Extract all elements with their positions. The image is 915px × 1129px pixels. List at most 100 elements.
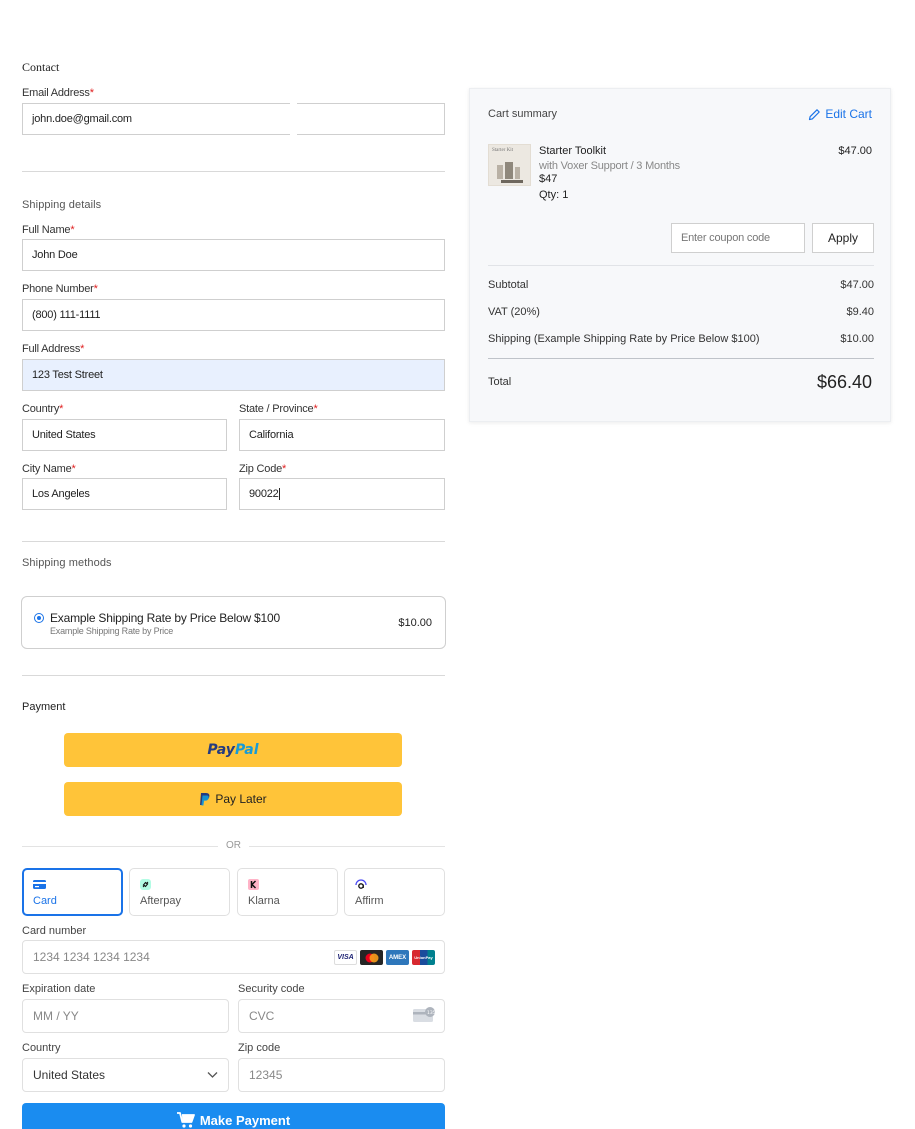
city-label: City Name* — [22, 463, 76, 475]
cart-divider — [488, 265, 874, 266]
make-payment-label: Make Payment — [199, 1112, 291, 1128]
visa-icon: VISA — [334, 950, 357, 965]
tab-afterpay-label: Afterpay — [140, 895, 181, 907]
paypal-logo: PayPal — [207, 742, 259, 758]
tab-klarna[interactable]: Klarna — [237, 868, 338, 916]
total-label: Total — [488, 376, 512, 388]
payment-zip-input[interactable]: 12345 — [238, 1058, 445, 1092]
thumb-item — [515, 167, 520, 179]
vat-row: VAT (20%) $9.40 — [488, 306, 874, 318]
shipping-value: $10.00 — [840, 333, 874, 345]
amex-icon: AMEX — [386, 950, 409, 965]
card-icon — [33, 880, 46, 889]
thumb-item — [501, 180, 523, 183]
country-field[interactable]: United States — [22, 419, 227, 451]
product-quantity: Qty: 1 — [539, 189, 569, 201]
cart-icon — [176, 1112, 195, 1128]
shipping-methods-title: Shipping methods — [22, 557, 112, 569]
affirm-icon — [355, 879, 367, 889]
pencil-icon — [809, 108, 821, 120]
subtotal-label: Subtotal — [488, 279, 529, 291]
thumb-item — [497, 165, 503, 179]
phone-field[interactable]: (800) 111-1111 — [22, 299, 445, 331]
shipping-option-name: Example Shipping Rate by Price Below $10… — [50, 611, 280, 625]
pay-later-button[interactable]: Pay Later — [64, 782, 402, 816]
svg-text:135: 135 — [427, 1010, 436, 1016]
subtotal-value: $47.00 — [840, 279, 874, 291]
email-field-separator — [290, 103, 297, 135]
email-label: Email Address* — [22, 87, 94, 99]
phone-label: Phone Number* — [22, 283, 98, 295]
contact-title: Contact — [22, 60, 60, 74]
divider — [22, 171, 445, 172]
coupon-input[interactable]: Enter coupon code — [671, 223, 805, 253]
cvc-label: Security code — [238, 983, 305, 995]
afterpay-icon — [140, 879, 151, 890]
cart-summary-title: Cart summary — [488, 108, 558, 120]
chevron-down-icon — [207, 1072, 218, 1078]
or-label: OR — [226, 840, 241, 851]
edit-cart-link[interactable]: Edit Cart — [808, 107, 872, 121]
payment-country-select[interactable]: United States — [22, 1058, 229, 1092]
shipping-details-title: Shipping details — [22, 199, 102, 211]
mastercard-icon — [360, 950, 383, 965]
make-payment-button[interactable]: Make Payment — [22, 1103, 445, 1129]
or-divider-right — [249, 846, 445, 847]
address-field[interactable]: 123 Test Street — [22, 359, 445, 391]
product-thumbnail-text: Starter Kit — [492, 148, 513, 153]
email-field[interactable]: john.doe@gmail.com — [22, 103, 445, 135]
paypal-button[interactable]: PayPal — [64, 733, 402, 767]
country-label: Country* — [22, 403, 64, 415]
vat-value: $9.40 — [846, 306, 874, 318]
payment-title: Payment — [22, 701, 66, 713]
shipping-option-price: $10.00 — [398, 617, 432, 629]
zip-value: 90022 — [249, 488, 279, 500]
state-field[interactable]: California — [239, 419, 445, 451]
expiry-label: Expiration date — [22, 983, 96, 995]
apply-coupon-button[interactable]: Apply — [812, 223, 874, 253]
thumb-item — [505, 162, 513, 179]
payment-zip-label: Zip code — [238, 1042, 281, 1054]
subtotal-row: Subtotal $47.00 — [488, 279, 874, 291]
tab-afterpay[interactable]: Afterpay — [129, 868, 230, 916]
divider — [22, 541, 445, 542]
product-name: Starter Toolkit — [539, 145, 607, 157]
payment-country-label: Country — [22, 1042, 61, 1054]
edit-cart-label: Edit Cart — [825, 107, 872, 121]
zip-field[interactable]: 90022 — [239, 478, 445, 510]
product-price: $47 — [539, 173, 558, 185]
shipping-option-subtitle: Example Shipping Rate by Price — [50, 626, 174, 636]
product-amount: $47.00 — [838, 145, 872, 157]
shipping-label: Shipping (Example Shipping Rate by Price… — [488, 333, 760, 345]
product-thumbnail: Starter Kit — [488, 144, 531, 186]
klarna-icon — [248, 879, 259, 890]
state-label: State / Province* — [239, 403, 318, 415]
pay-later-label: Pay Later — [215, 792, 267, 806]
vat-label: VAT (20%) — [488, 306, 540, 318]
full-name-field[interactable]: John Doe — [22, 239, 445, 271]
cart-summary: Cart summary Edit Cart Starter Kit Start… — [469, 88, 891, 422]
text-cursor — [278, 488, 280, 501]
cart-divider — [488, 358, 874, 359]
cvc-card-icon: 135 — [413, 1007, 436, 1022]
tab-klarna-label: Klarna — [248, 895, 280, 907]
address-label: Full Address* — [22, 343, 85, 355]
tab-affirm[interactable]: Affirm — [344, 868, 445, 916]
zip-label: Zip Code* — [239, 463, 287, 475]
tab-card[interactable]: Card — [22, 868, 123, 916]
divider — [22, 675, 445, 676]
product-variant: with Voxer Support / 3 Months — [539, 160, 680, 172]
total-value: $66.40 — [816, 372, 872, 392]
shipping-option-radio[interactable] — [34, 613, 44, 623]
card-number-label: Card number — [22, 925, 87, 937]
city-field[interactable]: Los Angeles — [22, 478, 227, 510]
or-divider-left — [22, 846, 218, 847]
tab-affirm-label: Affirm — [355, 895, 384, 907]
tab-card-label: Card — [33, 895, 57, 907]
shipping-option[interactable]: Example Shipping Rate by Price Below $10… — [21, 596, 446, 649]
shipping-row: Shipping (Example Shipping Rate by Price… — [488, 333, 874, 345]
full-name-label: Full Name* — [22, 224, 75, 236]
expiry-input[interactable]: MM / YY — [22, 999, 229, 1033]
unionpay-icon: UnionPay — [412, 950, 435, 965]
paypal-icon — [200, 792, 210, 805]
